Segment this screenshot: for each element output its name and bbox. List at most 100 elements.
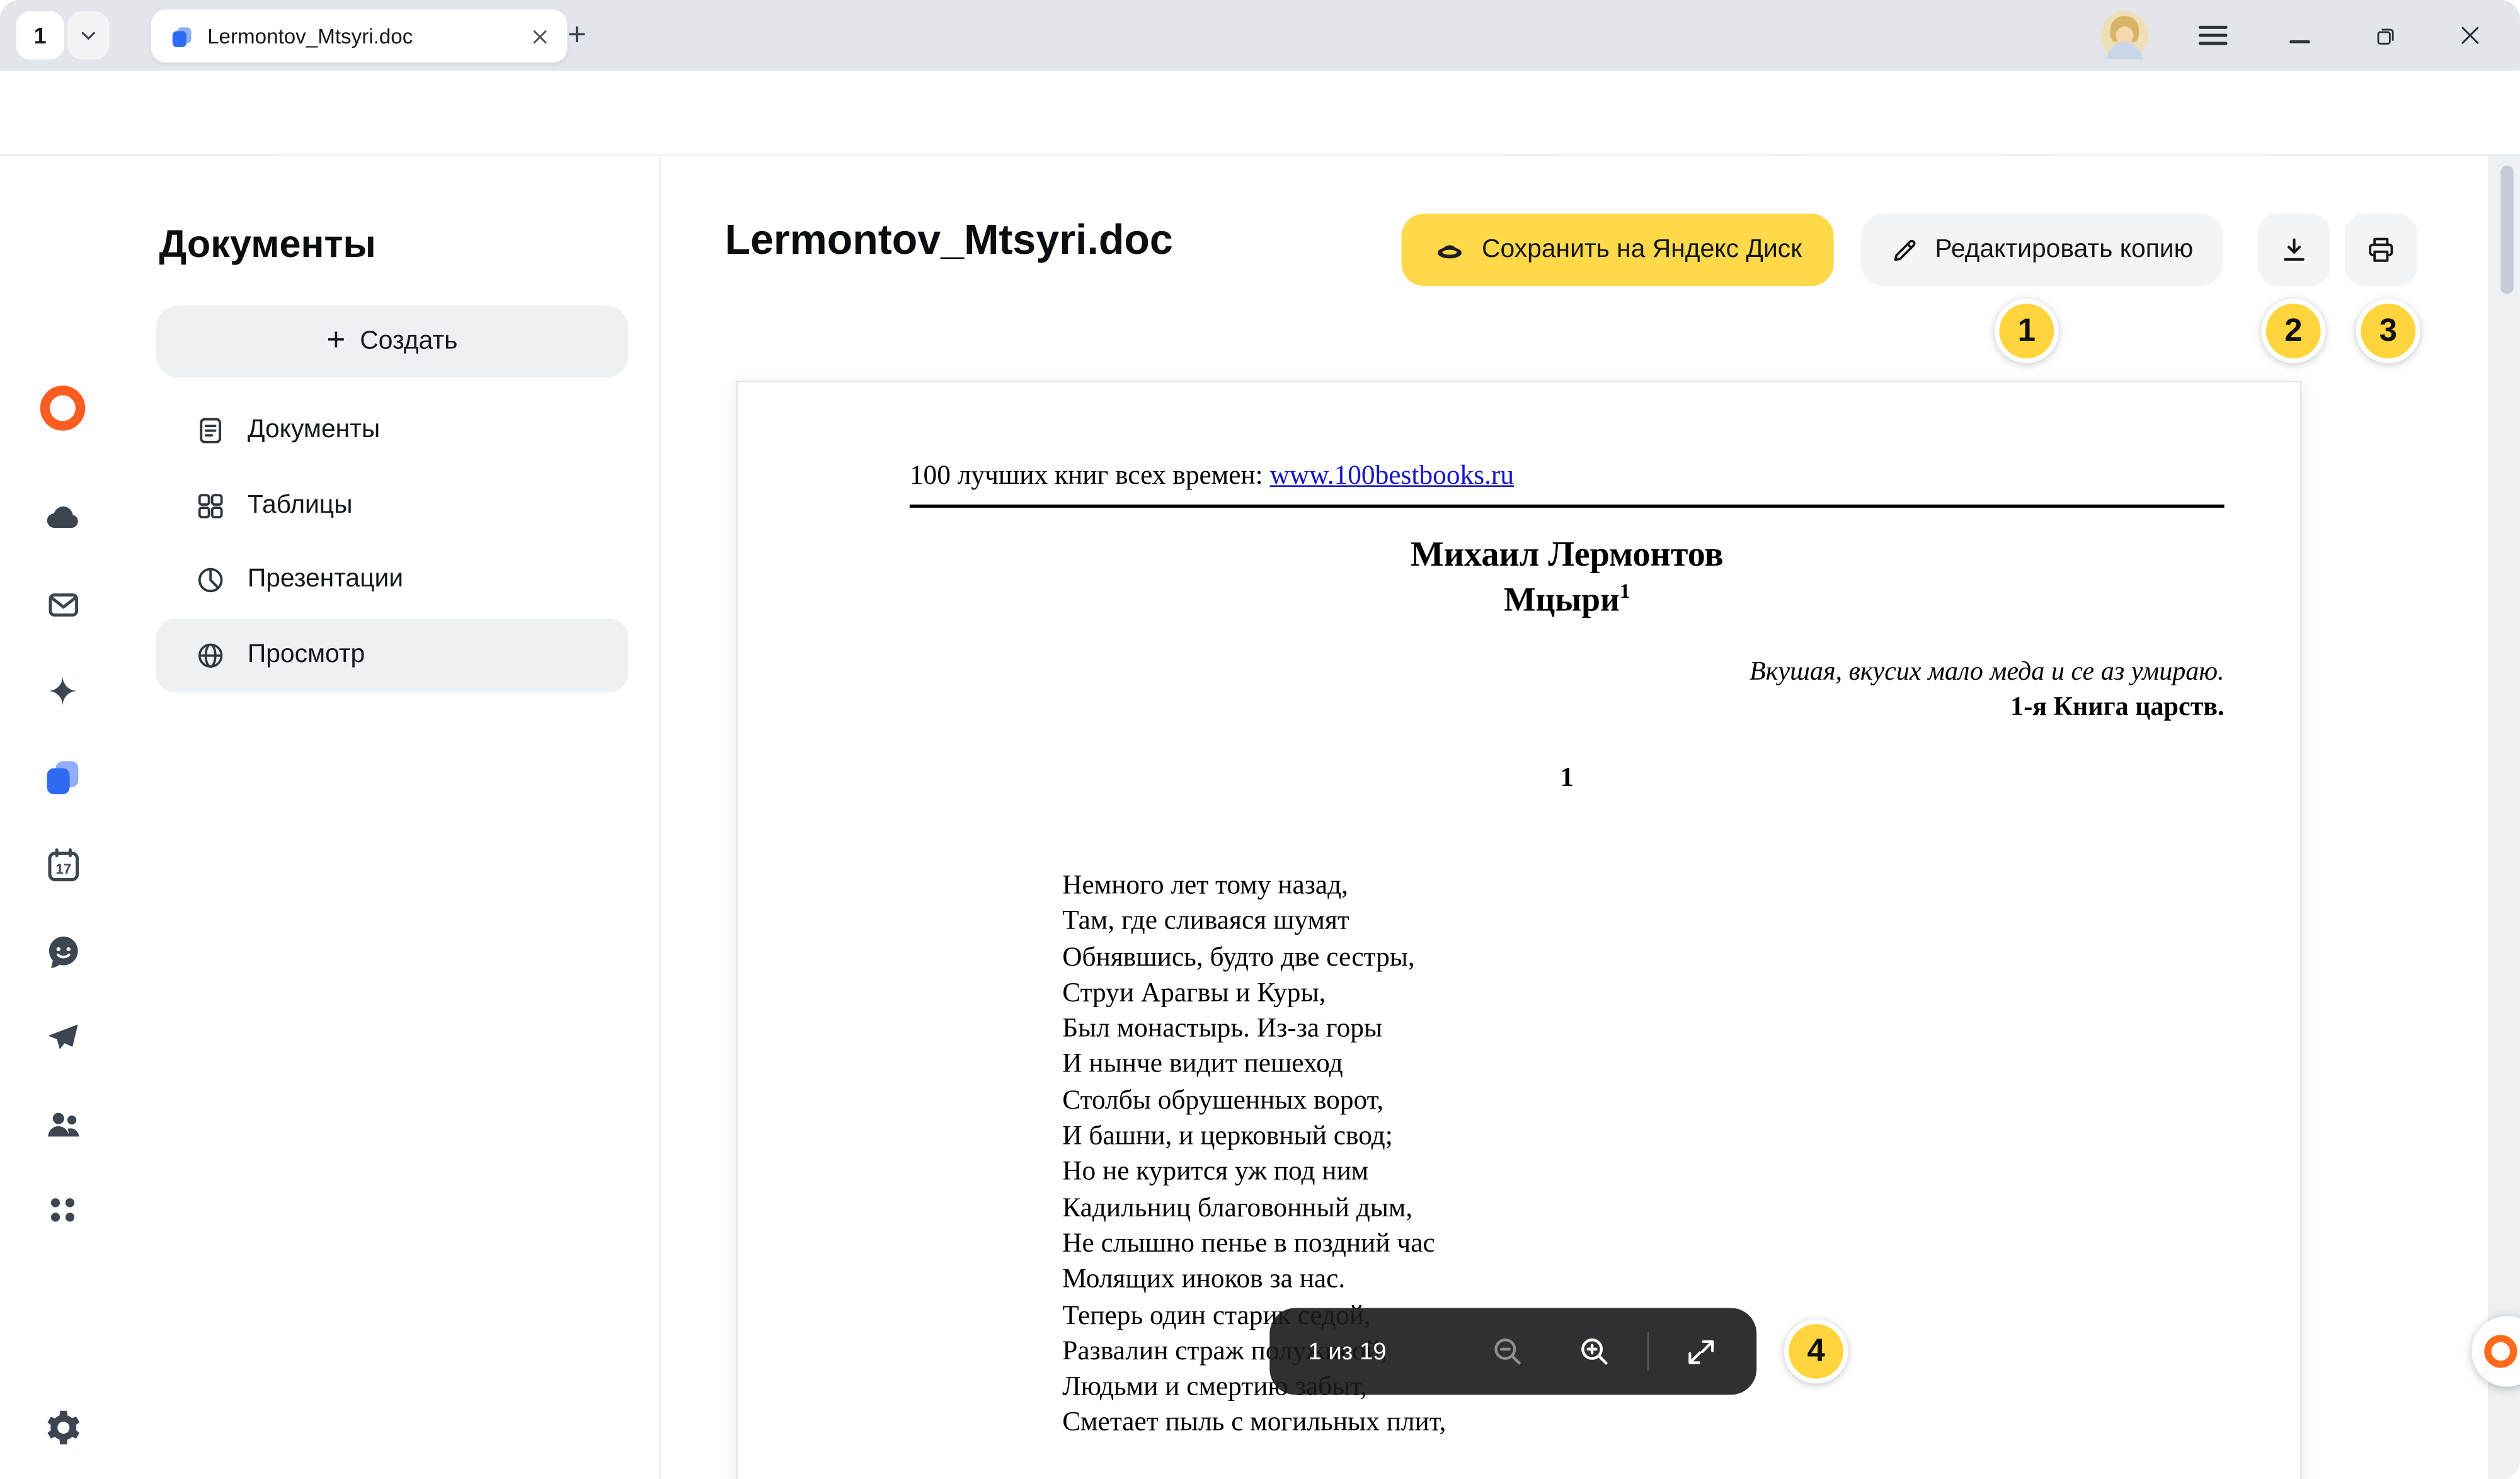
- callout-1: 1: [1995, 299, 2059, 363]
- yandex-start-button[interactable]: [30, 376, 94, 440]
- poem-line: И башни, и церковный свод;: [1062, 1119, 2224, 1155]
- chevron-down-icon: [79, 26, 98, 45]
- create-button[interactable]: + Создать: [156, 306, 628, 378]
- mail-button[interactable]: [30, 572, 94, 636]
- poem-line: Обнявшись, будто две сестры,: [1062, 939, 2224, 975]
- globe-icon: [195, 639, 227, 671]
- restore-window-icon: [2373, 23, 2397, 47]
- sidebar-item-label: Документы: [248, 416, 380, 445]
- close-window-button[interactable]: [2446, 11, 2495, 60]
- document-author: Михаил Лермонтов: [910, 534, 2225, 575]
- pie-chart-icon: [195, 564, 227, 596]
- footnote-marker: 1: [1620, 578, 1630, 602]
- save-to-disk-label: Сохранить на Яндекс Диск: [1482, 236, 1802, 265]
- browser-toolbar: Я docs.yandex.ru Lermontov_Mtsyri.doc - …: [0, 71, 2520, 156]
- download-icon: [2279, 234, 2309, 265]
- poem-line: Не слышно пенье в поздний час: [1062, 1226, 2224, 1262]
- tab-list-button[interactable]: [67, 11, 109, 60]
- calendar-button[interactable]: 17: [30, 832, 94, 896]
- plus-icon: +: [326, 323, 345, 360]
- poem-line: Немного лет тому назад,: [1062, 868, 2224, 904]
- new-tab-button[interactable]: +: [556, 14, 598, 56]
- svg-text:17: 17: [55, 860, 71, 876]
- save-to-disk-button[interactable]: Сохранить на Яндекс Диск: [1401, 214, 1834, 286]
- grid-dots-icon: [43, 1191, 82, 1229]
- header-text: 100 лучших книг всех времен:: [910, 460, 1270, 490]
- documents-app-button[interactable]: [30, 746, 94, 810]
- profile-avatar[interactable]: [2100, 11, 2149, 60]
- mail-icon: [44, 586, 81, 623]
- viewer-toolbar: 1 из 19: [1269, 1308, 1756, 1395]
- sidebar-item-presentations[interactable]: Презентации: [156, 543, 628, 617]
- restore-button[interactable]: [2361, 11, 2409, 60]
- zen-button[interactable]: [30, 659, 94, 723]
- scrollbar-track[interactable]: [2488, 156, 2520, 1479]
- alice-ring-icon: [2483, 1333, 2518, 1369]
- create-label: Создать: [360, 327, 457, 356]
- close-icon: [2459, 24, 2482, 47]
- disk-cloud-button[interactable]: [30, 485, 94, 549]
- browser-window: 1 Lermontov_Mtsyri.doc +: [0, 0, 2520, 1479]
- document-name: Мцыри1: [910, 578, 2225, 620]
- documents-blue-icon: [42, 757, 83, 799]
- fullscreen-button[interactable]: [1684, 1335, 1718, 1369]
- calendar-icon: 17: [43, 845, 83, 885]
- edit-copy-label: Редактировать копию: [1935, 236, 2193, 265]
- paper-plane-icon: [43, 1019, 82, 1057]
- viewer-download-button[interactable]: [2258, 214, 2330, 286]
- page-indicator: 1 из 19: [1309, 1338, 1387, 1365]
- poem-line: Кадильниц благовонный дым,: [1062, 1190, 2224, 1226]
- callout-2: 2: [2261, 299, 2325, 363]
- poem-line: Там, где сливаяся шумят: [1062, 903, 2224, 939]
- epigraph-source: 1-я Книга царств.: [910, 691, 2225, 723]
- printer-icon: [2366, 234, 2396, 265]
- browser-sidebar: 17: [0, 156, 125, 1479]
- section-number: 1: [910, 762, 2225, 794]
- zen-icon: [43, 671, 82, 710]
- app-title: Документы: [159, 224, 376, 268]
- gear-icon: [43, 1407, 83, 1447]
- sidebar-item-label: Таблицы: [248, 492, 353, 521]
- sidebar-item-view[interactable]: Просмотр: [156, 619, 628, 692]
- epigraph: Вкушая, вкусих мало меда и се аз умираю.: [910, 656, 2225, 688]
- tab-lermontov[interactable]: Lermontov_Mtsyri.doc: [151, 9, 568, 62]
- poem-line: Молящих иноков за нас.: [1062, 1262, 2224, 1298]
- toolbar-divider: [1647, 1332, 1649, 1371]
- edit-copy-button[interactable]: Редактировать копию: [1861, 214, 2222, 286]
- main-content: Lermontov_Mtsyri.doc Сохранить на Яндекс…: [660, 156, 2487, 1479]
- page-title: Lermontov_Mtsyri.doc: [725, 215, 1173, 265]
- callout-4: 4: [1784, 1319, 1848, 1383]
- minimize-button[interactable]: [2276, 11, 2324, 60]
- minimize-icon: [2289, 24, 2311, 47]
- poem-line: Столбы обрушенных ворот,: [1062, 1083, 2224, 1119]
- sidebar-item-tables[interactable]: Таблицы: [156, 469, 628, 543]
- yandex-start-icon: [38, 384, 87, 433]
- telegram-button[interactable]: [30, 1006, 94, 1070]
- zoom-out-button[interactable]: [1490, 1333, 1525, 1369]
- all-services-button[interactable]: [30, 1178, 94, 1242]
- tab-counter[interactable]: 1: [16, 11, 65, 60]
- tab-close-icon[interactable]: [525, 21, 554, 50]
- header-link[interactable]: www.100bestbooks.ru: [1270, 460, 1514, 490]
- cloud-icon: [43, 498, 82, 537]
- document-icon: [195, 414, 227, 447]
- contacts-button[interactable]: [30, 1091, 94, 1155]
- tables-icon: [195, 490, 227, 522]
- callout-3: 3: [2356, 299, 2420, 363]
- settings-button[interactable]: [30, 1395, 94, 1459]
- pencil-icon: [1890, 236, 1919, 265]
- zoom-in-button[interactable]: [1577, 1333, 1612, 1369]
- messenger-icon: [43, 931, 83, 971]
- hamburger-icon: [2199, 24, 2228, 47]
- sidebar-item-label: Презентации: [248, 566, 403, 595]
- yandex-disk-icon: [1433, 234, 1465, 266]
- sidebar-item-documents[interactable]: Документы: [156, 394, 628, 467]
- sidebar-item-label: Просмотр: [248, 641, 365, 670]
- documents-sidebar: Документы + Создать Документы Таблицы Пр…: [125, 156, 660, 1479]
- scrollbar-thumb[interactable]: [2500, 166, 2513, 294]
- browser-menu-button[interactable]: [2189, 11, 2237, 60]
- tab-strip: 1 Lermontov_Mtsyri.doc +: [0, 0, 2520, 71]
- messenger-button[interactable]: [30, 919, 94, 983]
- viewer-print-button[interactable]: [2345, 214, 2417, 286]
- people-icon: [43, 1103, 83, 1143]
